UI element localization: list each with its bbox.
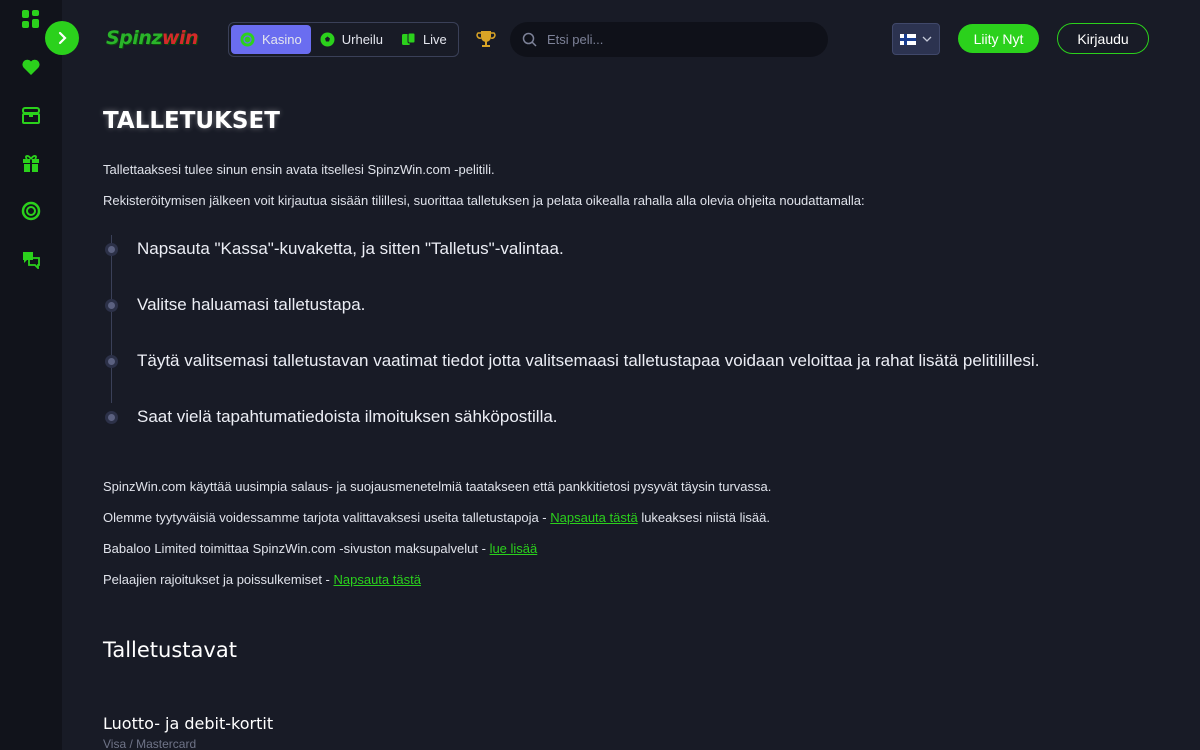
- babaloo-text: Babaloo Limited toimittaa SpinzWin.com -…: [103, 541, 490, 556]
- finland-flag-icon: [900, 33, 916, 45]
- step-text: Täytä valitsemasi talletustavan vaatimat…: [137, 351, 1040, 370]
- tab-urheilu-label: Urheilu: [341, 32, 383, 47]
- top-header: Spinzwin Kasino Urheilu Live Etsi peli..…: [62, 0, 1200, 78]
- step-item: Valitse haluamasi talletustapa.: [103, 277, 1163, 333]
- soccer-ball-icon: [320, 32, 335, 47]
- methods-paragraph: Olemme tyytyväisiä voidessamme tarjota v…: [103, 510, 1163, 526]
- tab-urheilu[interactable]: Urheilu: [311, 25, 392, 54]
- read-more-link[interactable]: lue lisää: [490, 541, 538, 556]
- step-bullet: [105, 354, 118, 368]
- expand-sidebar-button[interactable]: [45, 21, 79, 55]
- main-content: TALLETUKSET Tallettaaksesi tulee sinun e…: [103, 100, 1163, 750]
- step-item: Saat vielä tapahtumatiedoista ilmoitukse…: [103, 389, 1163, 445]
- trophy-icon[interactable]: [476, 29, 496, 49]
- intro-paragraph-2: Rekisteröitymisen jälkeen voit kirjautua…: [103, 193, 865, 208]
- tab-kasino[interactable]: Kasino: [231, 25, 311, 54]
- casino-chip-icon: [240, 32, 255, 47]
- page-title: TALLETUKSET: [103, 108, 280, 134]
- section-title: Talletustavat: [103, 638, 237, 662]
- step-item: Täytä valitsemasi talletustavan vaatimat…: [103, 333, 1163, 389]
- intro-paragraph-1: Tallettaaksesi tulee sinun ensin avata i…: [103, 162, 495, 177]
- step-text: Napsauta "Kassa"-kuvaketta, ja sitten "T…: [137, 239, 564, 258]
- language-selector[interactable]: [892, 23, 940, 55]
- deposit-steps: Napsauta "Kassa"-kuvaketta, ja sitten "T…: [103, 221, 1163, 445]
- search-bar[interactable]: [510, 22, 828, 57]
- sidebar: [0, 0, 62, 750]
- limits-link[interactable]: Napsauta tästä: [334, 572, 421, 587]
- join-now-button[interactable]: Liity Nyt: [958, 24, 1039, 53]
- tab-live[interactable]: Live: [392, 25, 456, 54]
- step-item: Napsauta "Kassa"-kuvaketta, ja sitten "T…: [103, 221, 1163, 277]
- step-bullet: [105, 410, 118, 424]
- step-text: Valitse haluamasi talletustapa.: [137, 295, 366, 314]
- treasure-chest-icon[interactable]: [20, 104, 42, 126]
- brand-logo[interactable]: Spinzwin: [106, 27, 198, 49]
- live-cards-icon: [401, 32, 416, 47]
- chat-support-icon[interactable]: [20, 248, 42, 270]
- category-tabs: Kasino Urheilu Live: [228, 22, 459, 57]
- methods-text-after: lukeaksesi niistä lisää.: [637, 510, 770, 525]
- security-paragraph: SpinzWin.com käyttää uusimpia salaus- ja…: [103, 479, 772, 494]
- methods-text: Olemme tyytyväisiä voidessamme tarjota v…: [103, 510, 551, 525]
- methods-link[interactable]: Napsauta tästä: [550, 510, 637, 525]
- card-brands-text: Visa / Mastercard: [103, 737, 197, 750]
- step-text: Saat vielä tapahtumatiedoista ilmoitukse…: [137, 407, 558, 426]
- limits-text: Pelaajien rajoitukset ja poissulkemiset …: [103, 572, 334, 587]
- tab-live-label: Live: [422, 32, 447, 47]
- subsection-title: Luotto- ja debit-kortit: [103, 714, 274, 733]
- heart-icon[interactable]: [20, 56, 42, 78]
- step-bullet: [105, 242, 118, 256]
- limits-paragraph: Pelaajien rajoitukset ja poissulkemiset …: [103, 572, 1163, 588]
- grid-icon[interactable]: [20, 8, 42, 30]
- chevron-down-icon: [922, 36, 932, 42]
- search-input[interactable]: [547, 32, 797, 47]
- login-button[interactable]: Kirjaudu: [1057, 23, 1149, 54]
- tab-kasino-label: Kasino: [262, 32, 302, 47]
- lifebuoy-icon[interactable]: [20, 200, 42, 222]
- search-icon: [522, 32, 537, 47]
- chevron-right-icon: [58, 31, 67, 45]
- gift-icon[interactable]: [20, 152, 42, 174]
- step-bullet: [105, 298, 118, 312]
- babaloo-paragraph: Babaloo Limited toimittaa SpinzWin.com -…: [103, 541, 1163, 557]
